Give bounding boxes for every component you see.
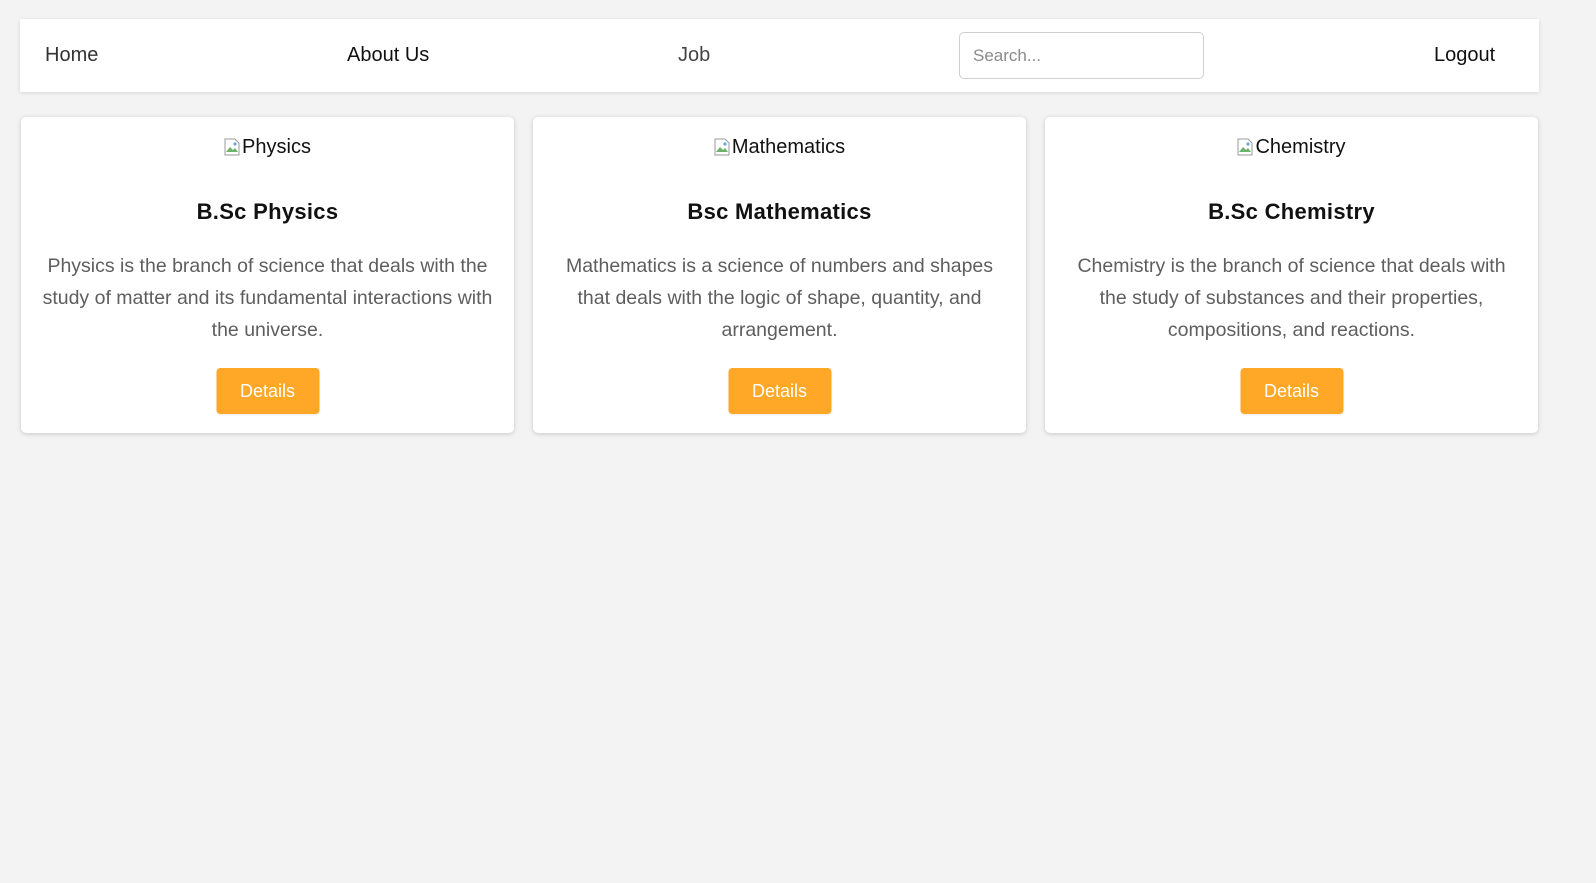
image-alt-text: Chemistry [1255,135,1346,158]
image-alt-text: Physics [242,135,311,158]
details-button-physics[interactable]: Details [216,368,319,414]
course-title: B.Sc Physics [196,199,339,224]
broken-image-icon [224,138,240,156]
broken-image-icon [1237,138,1253,156]
nav-link-job[interactable]: Job [678,19,710,92]
course-card-mathematics: Mathematics Bsc Mathematics Mathematics … [533,117,1026,433]
logout-link[interactable]: Logout [1434,19,1495,92]
course-title: Bsc Mathematics [687,199,872,224]
course-image-chemistry: Chemistry [1045,134,1538,160]
course-title: B.Sc Chemistry [1208,199,1375,224]
details-button-mathematics[interactable]: Details [728,368,831,414]
course-image-mathematics: Mathematics [533,134,1026,160]
course-card-physics: Physics B.Sc Physics Physics is the bran… [21,117,514,433]
course-description: Chemistry is the branch of science that … [1077,255,1506,341]
details-button-chemistry[interactable]: Details [1240,368,1343,414]
top-navbar: Home About Us Job Logout [20,19,1539,92]
broken-image-icon [714,138,730,156]
course-description: Mathematics is a science of numbers and … [565,255,994,341]
course-card-chemistry: Chemistry B.Sc Chemistry Chemistry is th… [1045,117,1538,433]
image-alt-text: Mathematics [731,135,846,158]
course-image-physics: Physics [21,134,514,160]
nav-link-about-us[interactable]: About Us [347,19,429,92]
search-input[interactable] [959,32,1204,79]
course-description: Physics is the branch of science that de… [42,255,493,341]
nav-link-home[interactable]: Home [45,19,98,92]
